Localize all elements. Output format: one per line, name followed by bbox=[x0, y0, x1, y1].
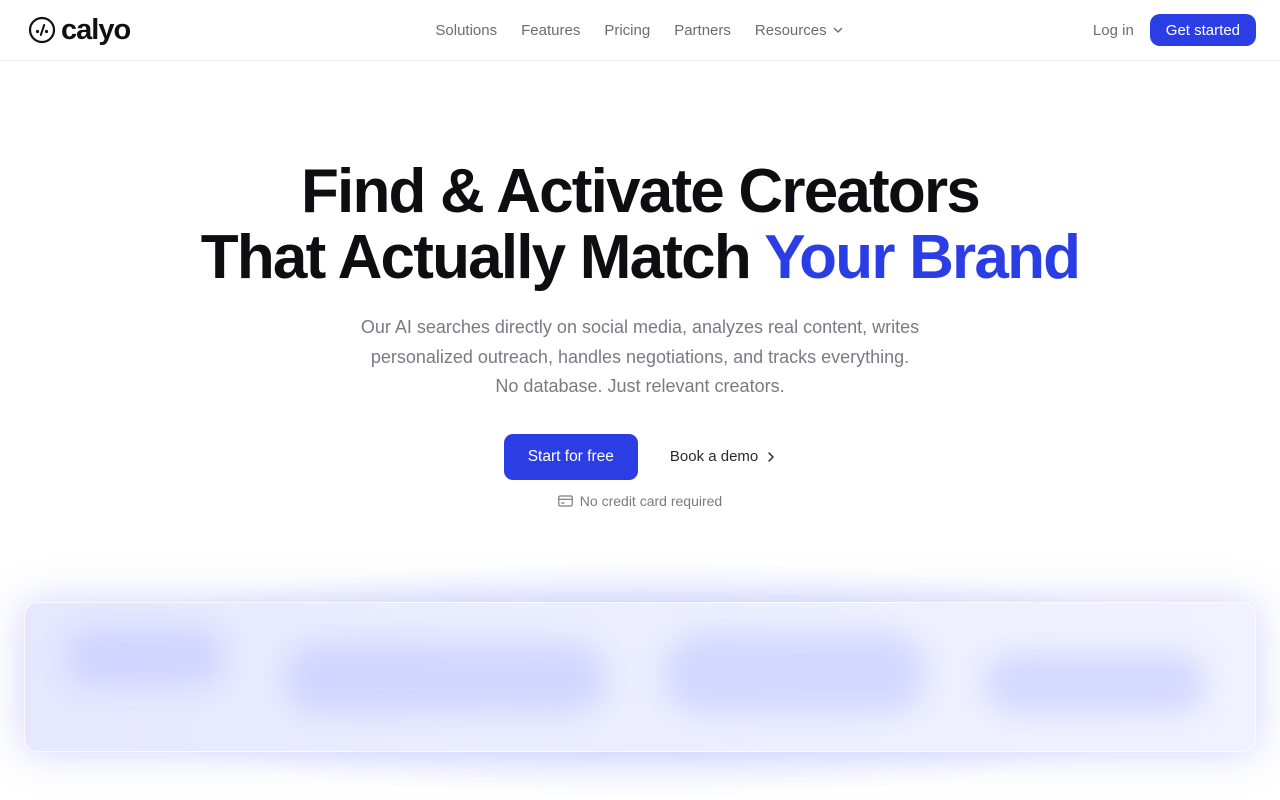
brand-name: calyo bbox=[61, 13, 131, 46]
headline-line-2-prefix: That Actually Match bbox=[200, 223, 752, 292]
nav-item-partners[interactable]: Partners bbox=[674, 22, 731, 39]
nav-item-pricing[interactable]: Pricing bbox=[604, 22, 650, 39]
book-demo-button[interactable]: Book a demo bbox=[670, 448, 776, 465]
no-credit-card-note: No credit card required bbox=[0, 493, 1280, 509]
credit-card-icon bbox=[557, 494, 573, 507]
logo-link[interactable]: calyo bbox=[28, 13, 131, 46]
login-link[interactable]: Log in bbox=[1093, 22, 1134, 39]
calyo-logo-icon bbox=[28, 16, 56, 44]
preview-blur-shape bbox=[285, 643, 605, 713]
subtext-line-1: Our AI searches directly on social media… bbox=[360, 317, 920, 337]
nav-item-features[interactable]: Features bbox=[521, 22, 580, 39]
hero-section: Find & Activate Creators That Actually M… bbox=[0, 61, 1280, 509]
book-demo-label: Book a demo bbox=[669, 448, 759, 465]
headline-line-1: Find & Activate Creators bbox=[300, 157, 981, 226]
nav-item-resources-label: Resources bbox=[754, 21, 827, 39]
hero-headline: Find & Activate Creators That Actually M… bbox=[0, 159, 1280, 291]
nav-item-solutions[interactable]: Solutions bbox=[435, 22, 497, 39]
nav-item-resources[interactable]: Resources bbox=[755, 22, 845, 39]
landing-page: calyo Solutions Features Pricing Partner… bbox=[0, 0, 1280, 800]
header-actions: Log in Get started bbox=[1093, 14, 1256, 46]
chevron-down-icon bbox=[833, 27, 842, 33]
preview-blur-shape bbox=[985, 653, 1205, 713]
chevron-right-icon bbox=[768, 451, 775, 462]
subtext-line-2: personalized outreach, handles negotiati… bbox=[370, 346, 910, 367]
start-for-free-button[interactable]: Start for free bbox=[503, 433, 638, 480]
main-nav: Solutions Features Pricing Partners Reso… bbox=[0, 0, 1280, 60]
get-started-button[interactable]: Get started bbox=[1149, 14, 1256, 46]
hero-subtext: Our AI searches directly on social media… bbox=[320, 313, 960, 402]
note-text: No credit card required bbox=[579, 492, 723, 509]
headline-accent: Your Brand bbox=[764, 223, 1081, 292]
product-preview-panel bbox=[24, 602, 1256, 752]
hero-cta-row: Start for free Book a demo bbox=[0, 433, 1280, 480]
preview-blur-shape bbox=[65, 627, 225, 687]
preview-blur-shape bbox=[665, 633, 925, 713]
site-header: calyo Solutions Features Pricing Partner… bbox=[0, 0, 1280, 61]
subtext-line-3: No database. Just relevant creators. bbox=[495, 376, 785, 396]
